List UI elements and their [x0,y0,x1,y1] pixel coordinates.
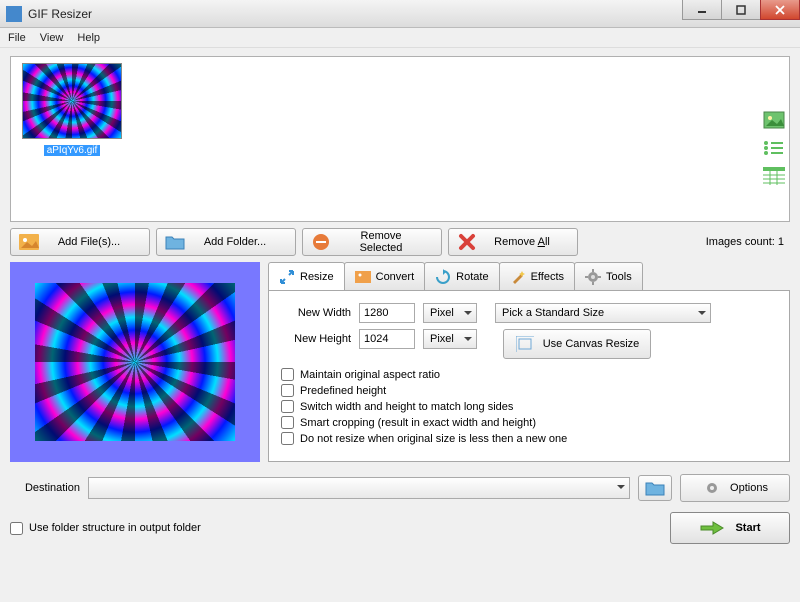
tab-body: New Width Pixel New Height Pixel Pick a … [268,290,790,462]
tab-effects[interactable]: Effects [499,262,575,290]
tab-strip: Resize Convert Rotate Effects Tools [268,262,790,290]
tab-resize[interactable]: Resize [268,262,345,290]
gear-icon [702,479,722,497]
destination-select[interactable] [88,477,630,499]
effects-icon [510,269,526,285]
add-files-label: Add File(s)... [47,236,141,248]
add-folder-label: Add Folder... [193,236,287,248]
close-button[interactable] [760,0,800,20]
folder-icon [165,233,185,251]
tab-tools[interactable]: Tools [574,262,643,290]
options-button[interactable]: Options [680,474,790,502]
rotate-icon [435,269,451,285]
menu-file[interactable]: File [8,32,26,44]
chk-predefined-height[interactable]: Predefined height [281,384,777,397]
tab-rotate-label: Rotate [456,271,488,283]
view-grid-icon[interactable] [762,166,786,186]
thumbnail-image [22,63,122,139]
tab-tools-label: Tools [606,271,632,283]
tab-effects-label: Effects [531,271,564,283]
add-folder-button[interactable]: Add Folder... [156,228,296,256]
height-unit-select[interactable]: Pixel [423,329,477,349]
remove-selected-button[interactable]: Remove Selected [302,228,442,256]
browse-destination-button[interactable] [638,475,672,501]
thumbnail-filename: aPIqYv6.gif [44,145,101,156]
options-label: Options [730,482,768,494]
chk-no-resize-smaller[interactable]: Do not resize when original size is less… [281,432,777,445]
menubar: File View Help [0,28,800,48]
titlebar: GIF Resizer [0,0,800,28]
view-thumbnails-icon[interactable] [762,110,786,130]
destination-label: Destination [10,482,80,494]
new-height-input[interactable] [359,329,415,349]
thumbnail-item[interactable]: aPIqYv6.gif [17,63,127,156]
resize-icon [279,269,295,285]
remove-selected-icon [311,233,331,251]
new-width-label: New Width [281,307,351,319]
canvas-resize-label: Use Canvas Resize [543,338,640,350]
browse-folder-icon [645,480,665,496]
images-count-label: Images count: 1 [706,236,790,248]
remove-all-label: Remove All [485,236,569,248]
app-icon [6,6,22,22]
preview-image [35,283,235,441]
menu-view[interactable]: View [40,32,64,44]
width-unit-select[interactable]: Pixel [423,303,477,323]
start-button[interactable]: Start [670,512,790,544]
tab-convert[interactable]: Convert [344,262,426,290]
standard-size-select[interactable]: Pick a Standard Size [495,303,711,323]
chk-aspect-ratio[interactable]: Maintain original aspect ratio [281,368,777,381]
preview-panel [10,262,260,462]
new-height-label: New Height [281,333,351,345]
remove-selected-label: Remove Selected [339,230,433,254]
chk-smart-crop[interactable]: Smart cropping (result in exact width an… [281,416,777,429]
tab-resize-label: Resize [300,271,334,283]
minimize-button[interactable] [682,0,722,20]
start-label: Start [735,522,760,534]
menu-help[interactable]: Help [77,32,100,44]
chk-switch-sides[interactable]: Switch width and height to match long si… [281,400,777,413]
start-arrow-icon [699,520,725,536]
tab-rotate[interactable]: Rotate [424,262,499,290]
canvas-resize-button[interactable]: Use Canvas Resize [503,329,651,359]
new-width-input[interactable] [359,303,415,323]
add-files-button[interactable]: Add File(s)... [10,228,150,256]
thumbnail-list[interactable]: aPIqYv6.gif [10,56,790,222]
window-title: GIF Resizer [28,7,683,21]
remove-all-icon [457,233,477,251]
convert-icon [355,269,371,285]
chk-folder-structure[interactable]: Use folder structure in output folder [10,522,201,535]
add-files-icon [19,233,39,251]
remove-all-button[interactable]: Remove All [448,228,578,256]
canvas-icon [515,335,535,353]
maximize-button[interactable] [721,0,761,20]
tab-convert-label: Convert [376,271,415,283]
view-list-icon[interactable] [762,138,786,158]
tools-icon [585,269,601,285]
